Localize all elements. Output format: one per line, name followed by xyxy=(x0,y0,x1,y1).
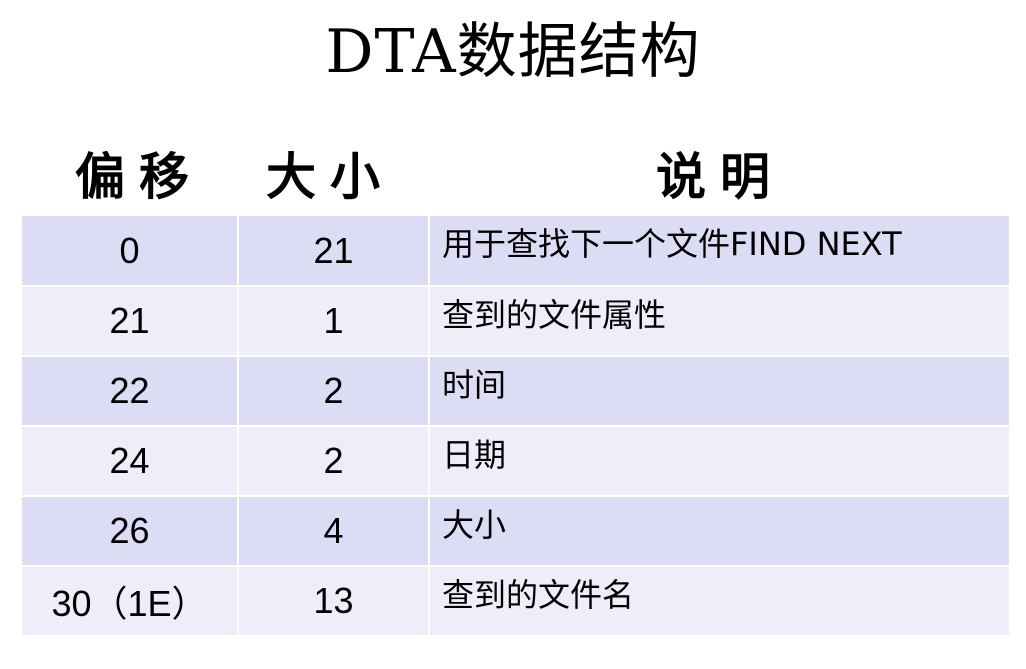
description-cell: 大小 xyxy=(429,496,1009,567)
size-cell: 21 xyxy=(238,216,430,287)
offset-cell: 21 xyxy=(22,286,239,357)
size-cell: 1 xyxy=(238,286,430,357)
description-cell: 查到的文件名 xyxy=(429,566,1009,637)
table-row: 22 2 时间 xyxy=(22,356,1009,427)
offset-cell: 22 xyxy=(22,356,239,427)
offset-cell: 24 xyxy=(22,426,239,497)
table-row: 0 21 用于查找下一个文件FIND NEXT xyxy=(22,216,1009,287)
offset-cell: 26 xyxy=(22,496,239,567)
table-row: 21 1 查到的文件属性 xyxy=(22,286,1009,357)
table-row: 24 2 日期 xyxy=(22,426,1009,497)
size-cell: 4 xyxy=(238,496,430,567)
table-row: 26 4 大小 xyxy=(22,496,1009,567)
description-cell: 用于查找下一个文件FIND NEXT xyxy=(429,216,1009,287)
description-cell: 时间 xyxy=(429,356,1009,427)
size-cell: 2 xyxy=(238,426,430,497)
slide-title: DTA数据结构 xyxy=(325,17,701,87)
column-header-description: 说明 xyxy=(656,148,784,206)
offset-cell: 30（1E） xyxy=(22,566,239,637)
size-cell: 13 xyxy=(238,566,430,637)
description-cell: 日期 xyxy=(429,426,1009,497)
column-header-size: 大小 xyxy=(266,148,394,206)
dta-structure-table: 0 21 用于查找下一个文件FIND NEXT 21 1 查到的文件属性 22 … xyxy=(22,216,1009,637)
description-cell: 查到的文件属性 xyxy=(429,286,1009,357)
size-cell: 2 xyxy=(238,356,430,427)
column-header-offset: 偏移 xyxy=(75,148,203,206)
table-row: 30（1E） 13 查到的文件名 xyxy=(22,566,1009,637)
offset-cell: 0 xyxy=(22,216,239,287)
